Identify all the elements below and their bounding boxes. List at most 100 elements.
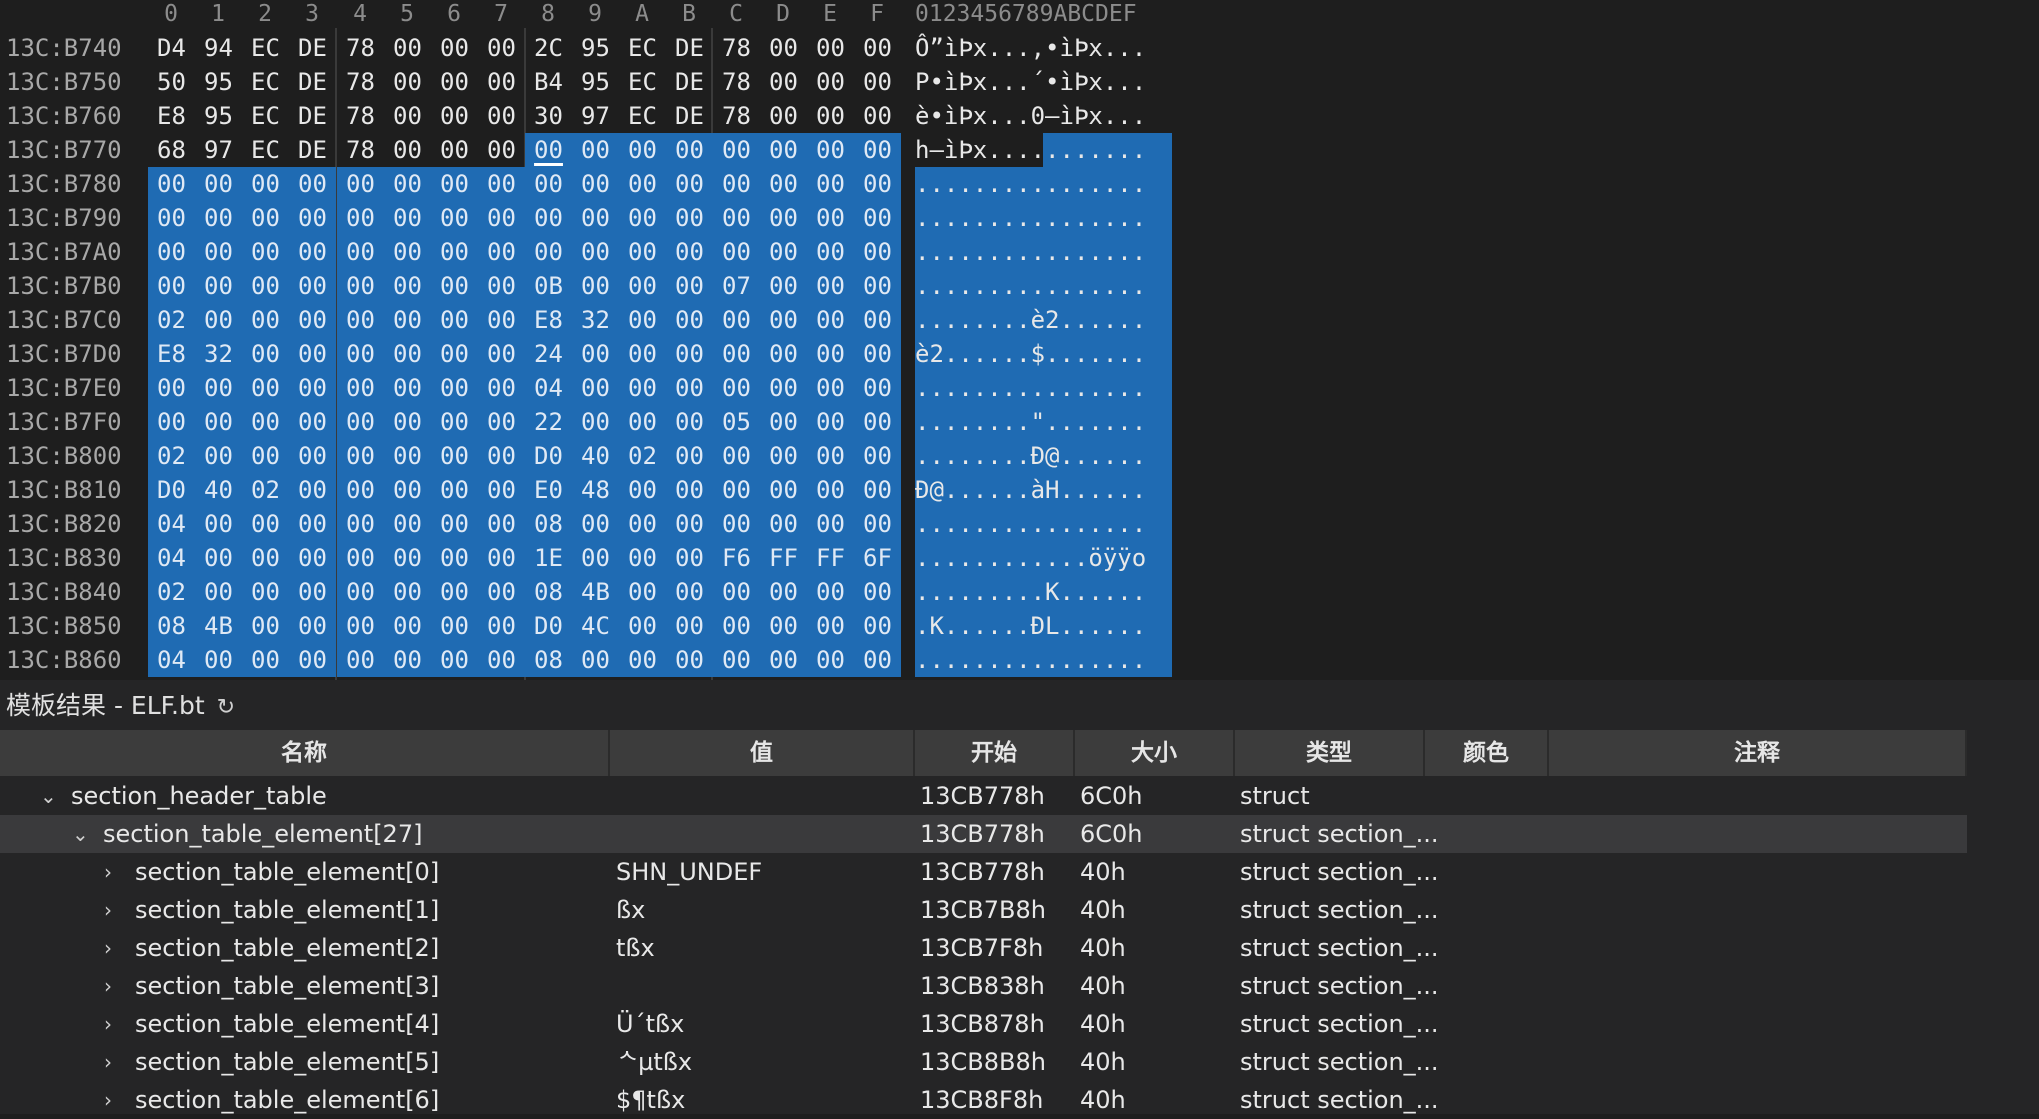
hex-byte[interactable]: 00 [854,133,901,167]
hex-byte[interactable]: 04 [148,507,195,541]
hex-byte[interactable]: 78 [337,133,384,167]
hex-byte[interactable]: 00 [666,643,713,677]
hex-byte[interactable]: 00 [478,269,525,303]
hex-byte[interactable]: 00 [289,167,336,201]
hex-byte[interactable]: 00 [337,439,384,473]
hex-byte[interactable]: 00 [666,473,713,507]
hex-byte[interactable]: DE [289,65,336,99]
hex-byte[interactable]: DE [666,65,713,99]
hex-byte[interactable]: 00 [242,575,289,609]
hex-byte[interactable]: 00 [289,507,336,541]
hex-byte[interactable]: 00 [854,99,901,133]
hex-byte[interactable]: 00 [431,541,478,575]
hex-byte[interactable]: 00 [807,235,854,269]
hex-byte[interactable]: 00 [384,337,431,371]
hex-byte[interactable]: 00 [854,473,901,507]
hex-byte[interactable]: 00 [713,439,760,473]
results-table-row[interactable]: ⌄ section_table_element[27] 13CB778h 6C0h st… [0,815,1967,853]
hex-byte[interactable]: 97 [572,99,619,133]
hex-byte[interactable]: 00 [431,303,478,337]
hex-byte[interactable]: 00 [195,643,242,677]
hex-byte[interactable]: 94 [195,31,242,65]
hex-byte[interactable]: 00 [854,167,901,201]
hex-byte[interactable]: 00 [619,337,666,371]
hex-byte[interactable]: 4B [572,575,619,609]
results-table-row[interactable]: › section_table_element[3] 13CB838h 40h stru… [0,967,1967,1005]
hex-byte[interactable]: 07 [713,269,760,303]
hex-byte[interactable]: 00 [337,269,384,303]
hex-byte[interactable]: 00 [807,643,854,677]
hex-byte[interactable]: 00 [760,201,807,235]
hex-byte[interactable]: 02 [148,303,195,337]
hex-byte[interactable]: 00 [384,541,431,575]
hex-byte[interactable]: 00 [148,371,195,405]
column-header[interactable]: 颜色 [1425,730,1549,776]
hex-byte[interactable]: 00 [854,643,901,677]
hex-byte[interactable]: 78 [337,99,384,133]
hex-byte[interactable]: DE [289,31,336,65]
hex-byte[interactable]: 00 [619,371,666,405]
ascii-text[interactable]: ................ [915,643,1146,677]
hex-byte[interactable]: 00 [478,405,525,439]
hex-byte[interactable]: 1E [525,541,572,575]
hex-byte[interactable]: EC [242,65,289,99]
hex-byte[interactable]: 00 [337,235,384,269]
hex-byte[interactable]: 00 [619,609,666,643]
hex-byte[interactable]: DE [666,31,713,65]
hex-byte[interactable]: 08 [525,575,572,609]
ascii-text[interactable]: è•ìÞx...0—ìÞx... [915,99,1146,133]
hex-byte[interactable]: E0 [525,473,572,507]
hex-byte[interactable]: 00 [854,337,901,371]
hex-byte[interactable]: 00 [572,235,619,269]
hex-byte[interactable]: 22 [525,405,572,439]
hex-byte[interactable]: 00 [384,31,431,65]
hex-byte[interactable]: 00 [713,507,760,541]
hex-byte[interactable]: 00 [431,609,478,643]
hex-byte[interactable]: 00 [854,201,901,235]
hex-byte[interactable]: DE [289,133,336,167]
hex-byte[interactable]: 00 [384,303,431,337]
results-table-row[interactable]: ⌄ section_header_table 13CB778h 6C0h struct [0,777,1967,815]
hex-byte[interactable]: 00 [289,201,336,235]
hex-byte[interactable]: 00 [713,167,760,201]
hex-byte[interactable]: 00 [619,405,666,439]
hex-byte[interactable]: 00 [289,269,336,303]
hex-byte[interactable]: DE [666,99,713,133]
hex-byte[interactable]: 00 [807,507,854,541]
hex-byte[interactable]: 00 [572,541,619,575]
hex-byte[interactable]: EC [242,99,289,133]
ascii-text[interactable]: ............öÿÿo [915,541,1146,575]
hex-byte[interactable]: 00 [148,405,195,439]
hex-byte[interactable]: 00 [242,337,289,371]
ascii-text[interactable]: ........"....... [915,405,1146,439]
hex-byte[interactable]: 00 [337,201,384,235]
hex-byte[interactable]: 00 [854,507,901,541]
hex-byte[interactable]: 00 [807,31,854,65]
hex-byte[interactable]: 00 [195,167,242,201]
hex-byte[interactable]: 00 [760,133,807,167]
hex-byte[interactable]: 00 [619,201,666,235]
hex-byte[interactable]: 00 [807,473,854,507]
hex-byte[interactable]: 00 [289,541,336,575]
hex-byte[interactable]: 00 [666,439,713,473]
hex-byte[interactable]: 00 [666,609,713,643]
hex-byte[interactable]: FF [760,541,807,575]
hex-byte[interactable]: 00 [807,201,854,235]
hex-byte[interactable]: 00 [384,201,431,235]
hex-byte[interactable]: 78 [713,65,760,99]
hex-byte[interactable]: 08 [148,609,195,643]
hex-byte[interactable]: 00 [384,133,431,167]
hex-byte[interactable]: 00 [807,65,854,99]
hex-byte[interactable]: 00 [242,541,289,575]
hex-byte[interactable]: 2C [525,31,572,65]
hex-byte[interactable]: 00 [807,337,854,371]
hex-byte[interactable]: 00 [148,167,195,201]
hex-byte[interactable]: 00 [242,167,289,201]
hex-byte[interactable]: 05 [713,405,760,439]
chevron-right-icon[interactable]: › [104,853,112,891]
hex-byte[interactable]: 00 [713,133,760,167]
hex-byte[interactable]: 00 [431,235,478,269]
hex-byte[interactable]: 00 [384,99,431,133]
hex-byte[interactable]: 00 [807,439,854,473]
hex-byte[interactable]: 00 [289,575,336,609]
